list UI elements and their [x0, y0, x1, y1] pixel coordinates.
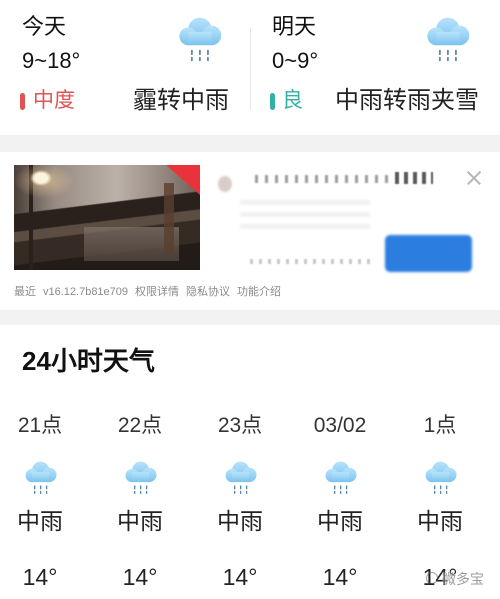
hour-condition: 中雨 — [17, 508, 63, 534]
hour-column[interactable]: 21点 中雨 14° — [0, 325, 80, 599]
section-separator — [0, 310, 500, 325]
ad-footer-version: v16.12.7b81e709 — [43, 286, 129, 298]
ad-action-button[interactable] — [385, 235, 472, 272]
tomorrow-temp-range: 0~9° — [272, 48, 319, 73]
ad-image[interactable] — [14, 165, 200, 270]
watermark-logo-icon — [426, 572, 438, 584]
rain-cloud-icon — [320, 459, 360, 496]
today-aqi-indicator — [20, 93, 25, 110]
hour-temp: 14° — [322, 564, 358, 590]
watermark: 微多宝 — [426, 569, 492, 589]
hour-condition: 中雨 — [217, 508, 263, 534]
hour-condition: 中雨 — [417, 508, 463, 534]
hourly-forecast: 24小时天气 21点 中雨 14° 22点 中雨 14° 23点 中雨 14° … — [0, 325, 500, 599]
hour-condition: 中雨 — [317, 508, 363, 534]
daily-summary: 今天 9~18° 中度 霾转中雨 明天 0~9° 良 中雨转雨夹雪 — [0, 0, 500, 135]
hour-time: 1点 — [423, 414, 457, 437]
rain-cloud-icon — [172, 14, 226, 64]
ad-blurred-headline-end — [395, 172, 433, 184]
hour-time: 21点 — [17, 414, 63, 437]
rain-cloud-icon — [220, 459, 260, 496]
hour-column[interactable]: 1点 中雨 14° — [400, 325, 480, 599]
today-aqi-label: 中度 — [33, 89, 75, 112]
rain-cloud-icon — [120, 459, 160, 496]
ad-card[interactable]: 最近 v16.12.7b81e709 权限详情 隐私协议 功能介绍 — [0, 152, 500, 310]
ad-blurred-headline[interactable] — [255, 175, 391, 183]
features-link[interactable]: 功能介绍 — [237, 285, 281, 299]
section-separator — [0, 135, 500, 152]
permissions-link[interactable]: 权限详情 — [135, 285, 179, 299]
hour-column[interactable]: 22点 中雨 14° — [100, 325, 180, 599]
hour-time: 22点 — [117, 414, 163, 437]
hour-temp: 14° — [222, 564, 258, 590]
today-temp-range: 9~18° — [22, 48, 81, 73]
rain-cloud-icon — [420, 14, 474, 64]
today-card[interactable]: 今天 9~18° 中度 霾转中雨 — [0, 0, 250, 135]
tomorrow-condition: 中雨转雨夹雪 — [335, 87, 479, 114]
ad-image-detail — [164, 183, 174, 253]
hour-temp: 14° — [22, 564, 58, 590]
rain-cloud-icon — [420, 459, 460, 496]
hour-condition: 中雨 — [117, 508, 163, 534]
rain-cloud-icon — [20, 459, 60, 496]
privacy-link[interactable]: 隐私协议 — [186, 285, 230, 299]
hour-time: 23点 — [217, 414, 263, 437]
tomorrow-aqi-indicator — [270, 93, 275, 110]
ad-blurred-subline — [250, 259, 370, 264]
tomorrow-label: 明天 — [272, 14, 317, 39]
today-condition: 霾转中雨 — [133, 87, 229, 114]
today-label: 今天 — [22, 14, 67, 39]
ad-blurred-body — [240, 200, 370, 230]
ad-avatar — [218, 176, 232, 192]
close-icon[interactable] — [466, 170, 482, 186]
hour-column[interactable]: 23点 中雨 14° — [200, 325, 280, 599]
hour-temp: 14° — [122, 564, 158, 590]
tomorrow-card[interactable]: 明天 0~9° 良 中雨转雨夹雪 — [250, 0, 500, 135]
hour-column[interactable]: 03/02 中雨 14° — [300, 325, 380, 599]
ad-footer-recent: 最近 — [14, 286, 36, 298]
tomorrow-aqi-label: 良 — [282, 89, 303, 112]
ad-footer: 最近 v16.12.7b81e709 权限详情 隐私协议 功能介绍 — [14, 285, 281, 299]
hour-time: 03/02 — [313, 414, 367, 437]
watermark-text: 微多宝 — [442, 571, 484, 587]
